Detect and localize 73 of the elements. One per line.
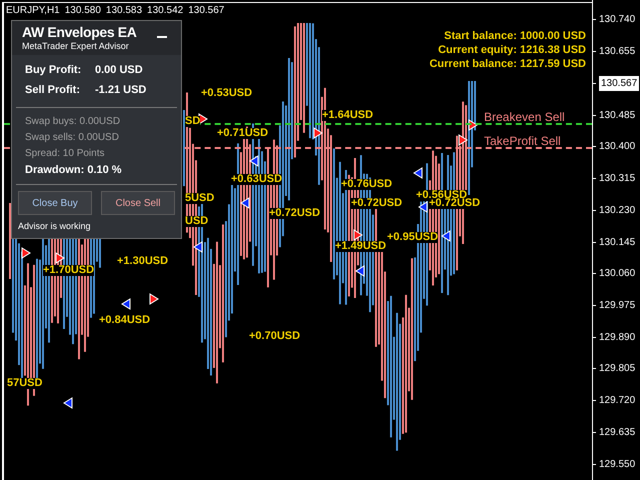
level-label: Breakeven Sell: [484, 111, 565, 123]
arrow-icon: [150, 293, 159, 305]
profit-row-label: Buy Profit:: [25, 62, 82, 78]
quote-value: 130.542: [147, 4, 184, 18]
price-label: 129.975: [599, 298, 636, 313]
profit-label: +0.70USD: [249, 331, 300, 342]
quote-value: 130.580: [64, 4, 101, 18]
profit-label: +0.95USD: [387, 232, 438, 243]
quote-value: 130.567: [188, 4, 224, 18]
balance-text: Current equity: 1216.38 USD: [438, 45, 586, 56]
arrow-icon: [314, 127, 323, 139]
profit-row-label: Sell Profit:: [25, 83, 82, 98]
stat-text: Spread: 10 Points: [25, 146, 106, 160]
balance-text: Current balance: 1217.59 USD: [429, 59, 586, 70]
price-label: 130.145: [599, 236, 636, 250]
level-label: TakeProfit Sell: [484, 135, 561, 147]
profit-row-value: 0.00 USD: [95, 62, 143, 78]
arrow-icon: [249, 155, 258, 167]
profit-row-value: -1.21 USD: [95, 83, 146, 98]
profit-label: +0.72USD: [351, 198, 402, 209]
panel-subtitle: MetaTrader Expert Advisor: [22, 42, 130, 50]
profit-label: +0.72USD: [269, 208, 320, 219]
profit-label: +0.84USD: [99, 315, 150, 326]
arrow-icon: [22, 247, 31, 259]
price-label: 130.315: [599, 172, 636, 186]
price-label: 129.890: [599, 330, 636, 345]
profit-label: +0.53USD: [201, 88, 252, 99]
profit-label: +0.71USD: [217, 128, 268, 139]
arrow-icon: [63, 397, 72, 409]
profit-label: USD: [185, 216, 208, 227]
price-label: 130.655: [599, 45, 636, 60]
profit-label: +1.30USD: [117, 256, 168, 267]
profit-label: +1.64USD: [322, 110, 374, 121]
close-button[interactable]: Close Buy: [18, 191, 92, 215]
minimize-icon[interactable]: [157, 36, 167, 38]
status-text: Advisor is working: [17, 220, 92, 233]
symbol-label: EURJPY,H1: [6, 4, 60, 18]
arrow-icon: [441, 230, 450, 242]
arrow-icon: [458, 134, 468, 146]
price-label: 130.230: [599, 204, 636, 218]
price-label: 130.485: [599, 108, 636, 123]
arrow-icon: [355, 265, 364, 277]
arrow-icon: [56, 252, 65, 264]
price-label: 130.740: [599, 13, 636, 28]
price-label: 129.635: [599, 426, 636, 440]
profit-label: +1.70USD: [43, 265, 94, 276]
balance-text: Start balance: 1000.00 USD: [444, 31, 586, 42]
quote-value: 130.583: [106, 4, 142, 18]
stat-text: Swap sells: 0.00USD: [25, 130, 120, 144]
arrow-icon: [418, 201, 428, 213]
arrow-icon: [413, 167, 422, 179]
profit-label: +0.76USD: [341, 179, 392, 190]
close-button[interactable]: Close Sell: [101, 191, 175, 215]
profit-label: 57USD: [7, 378, 42, 389]
price-label: 129.720: [599, 394, 636, 408]
price-label: 129.550: [599, 458, 636, 472]
price-label: 129.805: [599, 362, 636, 376]
arrow-icon: [468, 119, 478, 131]
profit-label: SD: [185, 116, 200, 127]
profit-label: +0.63USD: [231, 174, 282, 185]
profit-label: +1.49USD: [335, 241, 386, 252]
panel-title: AW Envelopes EA: [22, 24, 137, 42]
stat-text: Swap buys: 0.00USD: [25, 114, 122, 128]
price-label: 130.400: [599, 140, 636, 154]
price-label: 130.060: [599, 267, 636, 282]
arrow-icon: [193, 241, 202, 253]
arrow-icon: [354, 229, 363, 241]
price-label: 130.567: [599, 76, 640, 91]
arrow-icon: [121, 298, 130, 310]
stat-text: Drawdown: 0.10 %: [25, 162, 123, 178]
profit-label: 5USD: [185, 193, 214, 204]
arrow-icon: [240, 197, 250, 209]
profit-label: +0.72USD: [429, 198, 480, 209]
